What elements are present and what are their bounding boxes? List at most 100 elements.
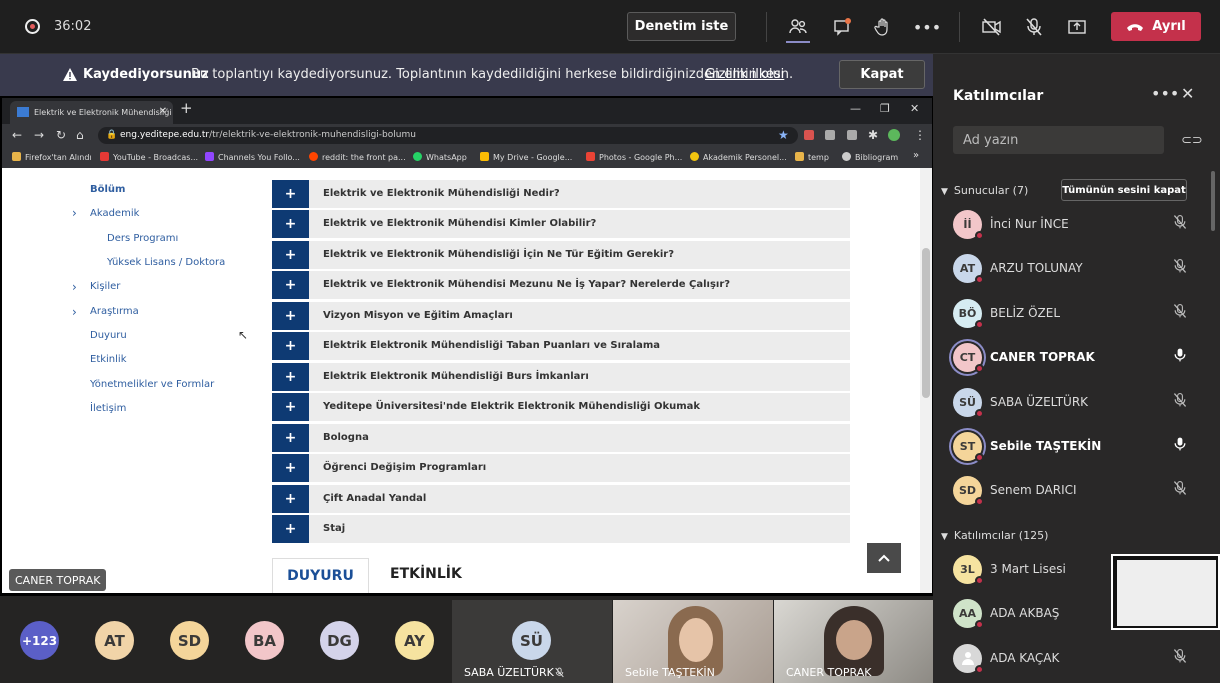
accordion-item[interactable]: + Bologna (272, 424, 850, 452)
sidebar-link[interactable]: Araştırma (90, 306, 139, 317)
tab-duyuru[interactable]: DUYURU (272, 558, 369, 593)
participant-row[interactable]: İİ İnci Nur İNCE (953, 205, 1203, 245)
participant-row[interactable]: SÜ SABA ÜZELTÜRK (953, 383, 1203, 423)
participant-avatar[interactable]: DG (320, 621, 359, 660)
expand-icon[interactable]: + (272, 485, 309, 513)
scrollbar-thumb[interactable] (922, 248, 930, 398)
sidebar-link[interactable]: İletişim (90, 403, 126, 414)
expand-icon[interactable]: + (272, 515, 309, 543)
shared-screen-thumbnail[interactable] (1111, 554, 1220, 630)
chevron-right-icon[interactable]: › (72, 280, 77, 294)
sidebar-link[interactable]: Yönetmelikler ve Formlar (90, 379, 214, 390)
raise-hand-icon[interactable] (871, 15, 895, 39)
camera-off-icon[interactable] (980, 15, 1004, 39)
accordion-item[interactable]: + Çift Anadal Yandal (272, 485, 850, 513)
reload-icon[interactable]: ↻ (56, 128, 66, 142)
bookmark-item[interactable]: WhatsApp (413, 152, 467, 162)
bookmark-item[interactable]: Bibliogram (842, 152, 898, 162)
expand-icon[interactable]: + (272, 332, 309, 360)
participant-avatar[interactable]: AT (95, 621, 134, 660)
restore-icon[interactable]: ❐ (880, 102, 890, 115)
accordion-item[interactable]: + Elektrik ve Elektronik Mühendisliği Ned… (272, 180, 850, 208)
participant-row[interactable]: AT ARZU TOLUNAY (953, 249, 1203, 289)
participant-row[interactable]: BÖ BELİZ ÖZEL (953, 294, 1203, 334)
bookmark-star-icon[interactable]: ★ (778, 128, 789, 142)
video-tile[interactable]: SÜ SABA ÜZELTÜRK (452, 600, 612, 683)
bookmark-item[interactable]: My Drive - Google... (480, 152, 572, 162)
video-tile[interactable]: CANER TOPRAK (774, 600, 933, 683)
people-icon[interactable] (786, 15, 810, 39)
share-invite-link-icon[interactable]: ⊂⊃ (1181, 133, 1203, 148)
request-control-button[interactable]: Denetim iste (627, 12, 736, 41)
accordion-item[interactable]: + Elektrik Elektronik Mühendisliği Burs İ… (272, 363, 850, 391)
share-tray-icon[interactable] (1065, 15, 1089, 39)
participant-row[interactable]: ADA KAÇAK (953, 639, 1203, 679)
scroll-to-top-button[interactable] (867, 543, 901, 573)
browser-tab[interactable]: Elektrik ve Elektronik Mühendisliği ✕ (10, 101, 173, 124)
back-icon[interactable]: ← (12, 128, 22, 142)
expand-icon[interactable]: + (272, 241, 309, 269)
bookmark-item[interactable]: Firefox'tan Alındı (12, 152, 92, 162)
chevron-right-icon[interactable]: › (72, 305, 77, 319)
privacy-policy-link[interactable]: Gizlilik ilkesi (705, 67, 784, 82)
accordion-item[interactable]: + Elektrik ve Elektronik Mühendisliği İçi… (272, 241, 850, 269)
puzzle-icon[interactable]: ✱ (868, 128, 878, 142)
chat-icon[interactable] (830, 15, 854, 39)
sidebar-link[interactable]: Ders Programı (107, 233, 178, 244)
sidebar-link[interactable]: Kişiler (90, 281, 120, 292)
more-bookmarks-icon[interactable]: » (913, 150, 919, 161)
sidebar-link[interactable]: Duyuru (90, 330, 127, 341)
bookmark-item[interactable]: Photos - Google Ph... (586, 152, 682, 162)
more-icon[interactable]: ••• (1151, 84, 1179, 103)
expand-icon[interactable]: + (272, 271, 309, 299)
more-icon[interactable]: ••• (913, 15, 941, 39)
page-scrollbar[interactable] (920, 168, 932, 593)
expand-icon[interactable]: + (272, 210, 309, 238)
expand-icon[interactable]: + (272, 393, 309, 421)
close-icon[interactable]: ✕ (1181, 84, 1194, 103)
new-tab-icon[interactable]: + (180, 99, 193, 117)
leave-button[interactable]: Ayrıl (1111, 12, 1201, 41)
presenters-section-header[interactable]: ▼ Sunucular (7) (941, 184, 1028, 197)
accordion-item[interactable]: + Elektrik ve Elektronik Mühendisi Kimler… (272, 210, 850, 238)
more-participants-button[interactable]: +123 (20, 621, 59, 660)
minimize-icon[interactable]: — (850, 102, 861, 115)
participant-row[interactable]: SD Senem DARICI (953, 471, 1203, 511)
participant-row[interactable]: CT CANER TOPRAK (953, 338, 1203, 378)
accordion-item[interactable]: + Elektrik Elektronik Mühendisliği Taban … (272, 332, 850, 360)
accordion-item[interactable]: + Staj (272, 515, 850, 543)
video-tile[interactable]: Sebile TAŞTEKİN (613, 600, 773, 683)
close-window-icon[interactable]: ✕ (910, 102, 919, 115)
attendees-section-header[interactable]: ▼ Katılımcılar (125) (941, 529, 1048, 542)
bookmark-item[interactable]: Channels You Follo... (205, 152, 300, 162)
bookmark-item[interactable]: reddit: the front pa... (309, 152, 406, 162)
panel-scrollbar[interactable] (1211, 171, 1215, 231)
menu-icon[interactable]: ⋮ (914, 128, 926, 142)
expand-icon[interactable]: + (272, 424, 309, 452)
profile-avatar[interactable] (888, 129, 900, 141)
accordion-item[interactable]: + Elektrik ve Elektronik Mühendisi Mezunu… (272, 271, 850, 299)
participant-avatar[interactable]: BA (245, 621, 284, 660)
accordion-item[interactable]: + Yeditepe Üniversitesi'nde Elektrik Elek… (272, 393, 850, 421)
participant-row[interactable]: ST Sebile TAŞTEKİN (953, 427, 1203, 467)
mic-off-icon[interactable] (1022, 15, 1046, 39)
expand-icon[interactable]: + (272, 302, 309, 330)
bookmark-item[interactable]: Akademik Personel... (690, 152, 787, 162)
accordion-item[interactable]: + Vizyon Misyon ve Eğitim Amaçları (272, 302, 850, 330)
participant-avatar[interactable]: SD (170, 621, 209, 660)
expand-icon[interactable]: + (272, 363, 309, 391)
participant-avatar[interactable]: AY (395, 621, 434, 660)
tab-etkinlik[interactable]: ETKİNLİK (390, 566, 462, 582)
chevron-right-icon[interactable]: › (72, 206, 77, 220)
extension-icon[interactable] (804, 130, 814, 140)
close-notice-button[interactable]: Kapat (839, 60, 925, 89)
bookmark-item[interactable]: YouTube - Broadcas... (100, 152, 198, 162)
close-tab-icon[interactable]: ✕ (159, 106, 167, 117)
sidebar-link[interactable]: Bölüm (90, 184, 125, 195)
bookmark-item[interactable]: temp (795, 152, 829, 162)
home-icon[interactable]: ⌂ (76, 128, 84, 142)
forward-icon[interactable]: → (34, 128, 44, 142)
sidebar-link[interactable]: Akademik (90, 208, 139, 219)
expand-icon[interactable]: + (272, 180, 309, 208)
url-field[interactable]: 🔒 eng.yeditepe.edu.tr/tr/elektrik-ve-ele… (98, 127, 798, 144)
